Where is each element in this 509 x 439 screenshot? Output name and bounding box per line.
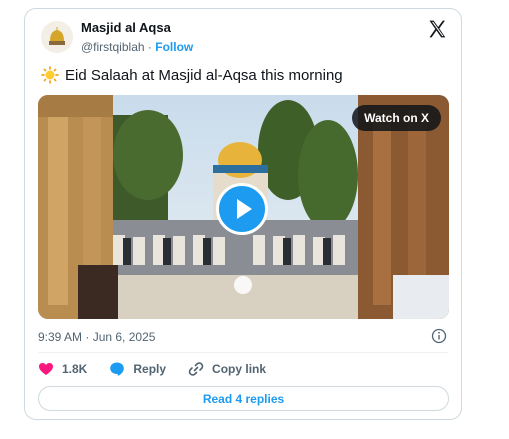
x-logo-icon[interactable] <box>427 19 447 39</box>
heart-icon <box>39 363 53 375</box>
like-button[interactable]: 1.8K <box>38 361 87 377</box>
separator: · <box>147 40 152 54</box>
action-bar: 1.8K Reply Copy link <box>38 361 288 377</box>
reply-button[interactable]: Reply <box>109 361 166 377</box>
play-button[interactable] <box>216 183 268 235</box>
video-player[interactable]: Watch on X <box>38 95 449 319</box>
like-count: 1.8K <box>62 362 88 376</box>
copy-link-button[interactable]: Copy link <box>188 361 266 377</box>
link-icon <box>188 362 204 376</box>
tweet-card[interactable]: Masjid al Aqsa @firstqiblah · Follow Eid… <box>24 8 462 420</box>
copy-link-label: Copy link <box>212 362 267 376</box>
watch-on-x-button[interactable]: Watch on X <box>352 105 441 131</box>
account-handle[interactable]: @firstqiblah <box>81 40 145 54</box>
reply-icon <box>110 362 125 376</box>
tweet-text-row: Eid Salaah at Masjid al-Aqsa this mornin… <box>41 66 343 84</box>
divider <box>38 352 448 353</box>
account-name[interactable]: Masjid al Aqsa <box>81 20 171 35</box>
info-icon[interactable] <box>431 328 447 344</box>
tweet-timestamp[interactable]: 9:39 AM · Jun 6, 2025 <box>38 330 155 344</box>
tweet-text: Eid Salaah at Masjid al-Aqsa this mornin… <box>65 66 343 84</box>
play-icon <box>237 199 252 219</box>
reply-label: Reply <box>133 362 167 376</box>
sun-emoji-icon <box>41 66 59 84</box>
handle-row: @firstqiblah · Follow <box>81 40 193 54</box>
dome-logo-icon <box>41 21 73 53</box>
avatar[interactable] <box>41 21 73 53</box>
read-replies-button[interactable]: Read 4 replies <box>38 386 449 411</box>
follow-link[interactable]: Follow <box>155 40 193 54</box>
